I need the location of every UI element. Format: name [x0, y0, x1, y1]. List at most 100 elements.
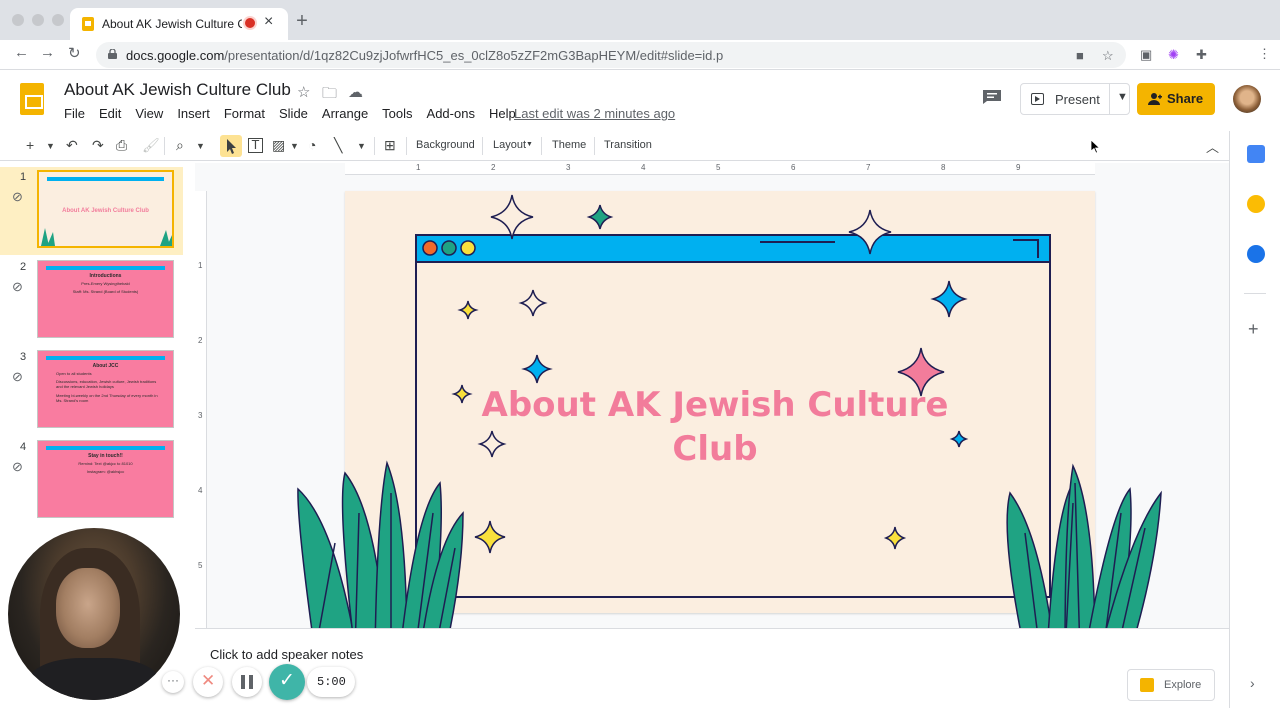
expand-panel-chevron-right-icon[interactable]: ›: [1250, 675, 1255, 691]
slide-thumbnail-1[interactable]: About AK Jewish Culture Club: [37, 170, 174, 248]
line-icon[interactable]: ╲: [334, 137, 342, 154]
present-button[interactable]: Present ▼: [1020, 83, 1130, 115]
menu-file[interactable]: File: [64, 106, 85, 121]
reload-icon[interactable]: ↻: [68, 44, 81, 62]
bookmark-star-icon[interactable]: ☆: [1102, 48, 1114, 64]
recorder-done-button[interactable]: ✓: [269, 664, 305, 700]
sparkle-white-icon: [490, 194, 534, 240]
toolbar-divider: [374, 137, 375, 155]
thumb-line: Staff: Ms. Strand (Board of Students): [72, 289, 139, 294]
thumb-window-bar: [46, 446, 165, 450]
webcam-preview[interactable]: [8, 528, 180, 700]
collapse-toolbar-chevron-up-icon[interactable]: ︿: [1206, 137, 1219, 156]
menu-arrange[interactable]: Arrange: [322, 106, 368, 121]
present-label: Present: [1055, 92, 1100, 107]
zoom-icon[interactable]: ⌕: [176, 137, 184, 154]
menu-insert[interactable]: Insert: [177, 106, 210, 121]
mouse-pointer-icon: [1091, 140, 1101, 154]
redo-icon[interactable]: ↷: [92, 137, 104, 154]
vertical-ruler[interactable]: 1 2 3 4 5: [195, 191, 207, 628]
notes-resize-handle[interactable]: [195, 628, 1229, 636]
theme-button[interactable]: Theme: [552, 139, 586, 151]
thumb-title: Stay in touch!!: [88, 453, 123, 459]
recorder-more-button[interactable]: ···: [162, 671, 184, 693]
comments-icon[interactable]: [982, 89, 1002, 105]
ruler-number: 4: [198, 486, 203, 495]
extension-2-icon[interactable]: ✺: [1168, 47, 1179, 63]
slide-number: 3: [20, 351, 27, 363]
image-chevron-down-icon[interactable]: ▼: [290, 141, 299, 151]
share-button[interactable]: Share: [1137, 83, 1215, 115]
forward-icon[interactable]: →: [40, 44, 55, 61]
background-button[interactable]: Background: [416, 139, 475, 151]
window-minimize-dot[interactable]: [32, 14, 44, 26]
extensions-puzzle-icon[interactable]: ✚: [1196, 47, 1207, 63]
thumb-line: Discussions, education, Jewish culture, …: [56, 379, 157, 389]
linked-slide-icon: ⊘: [12, 459, 23, 474]
horizontal-ruler[interactable]: 1 2 3 4 5 6 7 8 9: [345, 163, 1095, 175]
menu-addons[interactable]: Add-ons: [427, 106, 475, 121]
add-comment-icon[interactable]: ⊞: [384, 137, 396, 154]
menu-format[interactable]: Format: [224, 106, 265, 121]
speaker-notes-placeholder[interactable]: Click to add speaker notes: [210, 647, 363, 662]
move-folder-icon[interactable]: 🗀: [322, 83, 337, 108]
menu-tools[interactable]: Tools: [382, 106, 412, 121]
shape-icon[interactable]: ◔: [308, 137, 316, 153]
present-divider: [1109, 84, 1110, 114]
last-edit-link[interactable]: Last edit was 2 minutes ago: [514, 106, 675, 121]
thumb-window-bar: [46, 356, 165, 360]
slide-thumbnail-2[interactable]: Introductions Pres-Emery Wysingthebald S…: [37, 260, 174, 338]
line-chevron-down-icon[interactable]: ▼: [357, 141, 366, 151]
new-slide-chevron-down-icon[interactable]: ▼: [46, 141, 55, 151]
keep-icon[interactable]: [1247, 195, 1265, 213]
calendar-icon[interactable]: [1247, 145, 1265, 163]
slide-thumbnail-4[interactable]: Stay in touch!! Remind: Text @akjcc to 8…: [37, 440, 174, 518]
menu-edit[interactable]: Edit: [99, 106, 121, 121]
layout-chevron-down-icon[interactable]: ▼: [526, 141, 533, 148]
webcam-body: [28, 658, 160, 700]
editor-canvas[interactable]: 1 2 3 4 5 6 7 8 9 1 2 3 4 5 About AK Jew…: [195, 163, 1229, 628]
extension-1-icon[interactable]: ▣: [1140, 47, 1152, 63]
menu-view[interactable]: View: [135, 106, 163, 121]
browser-tab[interactable]: About AK Jewish Culture C ×: [70, 8, 288, 40]
undo-icon[interactable]: ↶: [66, 137, 78, 154]
camera-icon[interactable]: ■: [1076, 48, 1084, 63]
text-box-icon[interactable]: T: [248, 138, 263, 153]
tasks-icon[interactable]: [1247, 245, 1265, 263]
window-close-dot[interactable]: [12, 14, 24, 26]
linked-slide-icon: ⊘: [12, 369, 23, 384]
slide-title-line-1: About AK Jewish Culture: [481, 385, 949, 425]
tab-close-icon[interactable]: ×: [264, 13, 273, 31]
window-red-dot: [422, 240, 438, 256]
share-label: Share: [1167, 91, 1204, 106]
new-tab-button[interactable]: +: [292, 11, 312, 32]
menu-help[interactable]: Help: [489, 106, 516, 121]
browser-menu-icon[interactable]: ⋮: [1258, 46, 1271, 62]
menu-slide[interactable]: Slide: [279, 106, 308, 121]
print-icon[interactable]: ⎙: [116, 137, 127, 154]
google-slides-logo-icon[interactable]: [20, 83, 44, 115]
explore-button[interactable]: Explore: [1127, 669, 1215, 701]
layout-button[interactable]: Layout: [493, 139, 526, 151]
user-avatar[interactable]: [1233, 85, 1261, 113]
transition-button[interactable]: Transition: [604, 139, 652, 151]
address-bar[interactable]: docs.google.com/presentation/d/1qz82Cu9z…: [96, 42, 1126, 68]
linked-slide-icon: ⊘: [12, 189, 23, 204]
slide-thumbnail-3[interactable]: About JCC Open to all students Discussio…: [37, 350, 174, 428]
zoom-chevron-down-icon[interactable]: ▼: [196, 141, 205, 151]
window-zoom-dot[interactable]: [52, 14, 64, 26]
select-tool-button[interactable]: [220, 135, 242, 157]
star-icon[interactable]: ☆: [297, 83, 310, 101]
recorder-pause-button[interactable]: [232, 667, 262, 697]
back-icon[interactable]: ←: [14, 44, 29, 61]
present-options-chevron-down-icon[interactable]: ▼: [1117, 91, 1128, 103]
share-people-icon: [1148, 93, 1162, 105]
slide-title[interactable]: About AK Jewish Culture Club: [355, 383, 1075, 471]
paint-format-icon[interactable]: 🖌: [142, 137, 160, 154]
add-on-plus-icon[interactable]: +: [1248, 319, 1259, 340]
document-title[interactable]: About AK Jewish Culture Club: [64, 80, 291, 100]
insert-image-icon[interactable]: ▨: [272, 137, 285, 154]
new-slide-plus-icon[interactable]: +: [26, 137, 34, 153]
recorder-cancel-button[interactable]: ✕: [193, 667, 223, 697]
slide-number: 4: [20, 441, 27, 453]
